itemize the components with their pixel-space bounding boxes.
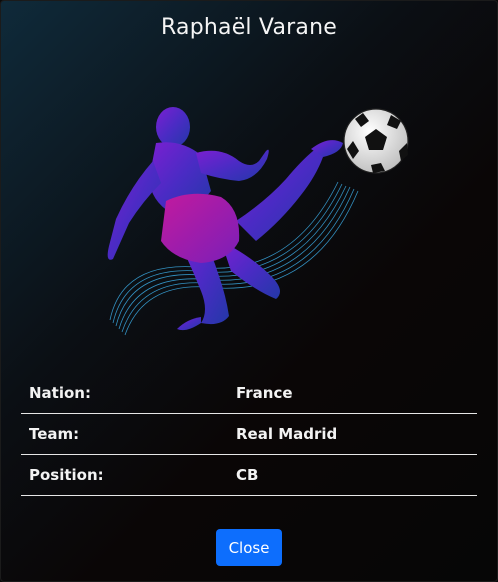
position-value: CB xyxy=(228,454,477,496)
player-modal: Raphaël Varane Nation: France Team: Real… xyxy=(0,0,498,582)
close-button[interactable]: Close xyxy=(216,529,282,566)
player-info-table: Nation: France Team: Real Madrid Positio… xyxy=(21,373,477,496)
bicycle-kick-player-icon xyxy=(107,107,409,336)
table-row: Position: CB xyxy=(21,454,477,496)
position-label: Position: xyxy=(21,454,228,496)
soccer-ball-icon xyxy=(343,108,409,174)
team-label: Team: xyxy=(21,413,228,455)
modal-title: Raphaël Varane xyxy=(161,15,337,40)
table-row: Nation: France xyxy=(21,373,477,414)
nation-value: France xyxy=(228,373,477,414)
nation-label: Nation: xyxy=(21,373,228,414)
team-value: Real Madrid xyxy=(228,413,477,455)
table-row: Team: Real Madrid xyxy=(21,413,477,455)
